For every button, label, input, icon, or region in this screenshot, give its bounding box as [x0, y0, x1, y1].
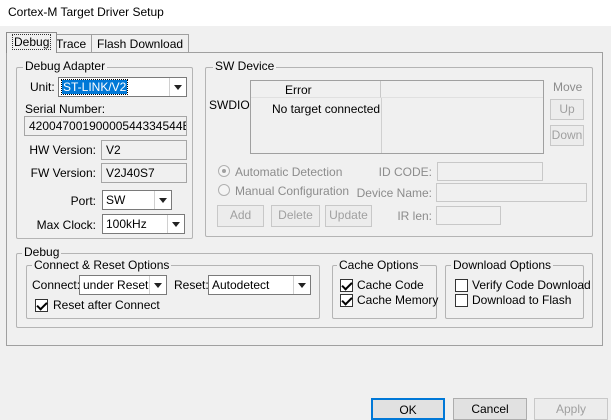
add-button[interactable]: Add [217, 205, 264, 227]
window-title: Cortex-M Target Driver Setup [8, 5, 164, 19]
reset-label: Reset: [174, 278, 209, 292]
cache-memory-checkbox[interactable] [340, 294, 353, 307]
sw-device-caption: SW Device [213, 59, 277, 73]
cache-code-label: Cache Code [357, 278, 424, 292]
fw-version-field: V2J40S7 [101, 163, 187, 183]
chevron-down-icon[interactable] [167, 215, 184, 233]
automatic-detection-radio[interactable] [218, 165, 230, 177]
verify-code-download-checkbox[interactable] [455, 279, 468, 292]
connect-label: Connect: [32, 278, 81, 292]
cancel-button[interactable]: Cancel [453, 398, 527, 420]
cache-memory-label: Cache Memory [357, 293, 439, 307]
max-clock-select[interactable]: 100kHz [102, 214, 185, 234]
download-options-caption: Download Options [451, 258, 554, 272]
unit-select[interactable]: ST-LINK/V2 [58, 77, 187, 97]
max-clock-value: 100kHz [106, 217, 147, 231]
connect-select[interactable]: under Reset [79, 275, 167, 295]
download-to-flash-checkbox[interactable] [455, 294, 468, 307]
download-to-flash-label: Download to Flash [472, 293, 572, 307]
id-code-label: ID CODE: [378, 165, 432, 179]
chevron-down-icon[interactable] [169, 78, 186, 96]
tab-flash-download[interactable]: Flash Download [91, 34, 190, 53]
manual-configuration-radio[interactable] [218, 184, 230, 196]
id-code-field[interactable] [437, 162, 543, 181]
reset-value: Autodetect [212, 278, 270, 292]
ir-len-label: IR len: [397, 209, 432, 223]
error-column-header[interactable]: Error [251, 81, 381, 98]
column-header-blank [381, 81, 543, 98]
unit-value: ST-LINK/V2 [60, 79, 129, 95]
connect-reset-caption: Connect & Reset Options [32, 258, 172, 272]
cache-options-caption: Cache Options [337, 258, 421, 272]
move-down-button[interactable]: Down [550, 125, 584, 146]
chevron-down-icon[interactable] [154, 191, 171, 209]
move-label: Move [553, 80, 583, 94]
tab-trace-label: Trace [56, 37, 87, 51]
connect-value: under Reset [83, 278, 149, 292]
reset-after-connect-label: Reset after Connect [53, 298, 160, 312]
sw-device-row[interactable]: No target connected [272, 102, 380, 116]
chevron-down-icon[interactable] [293, 276, 310, 294]
verify-code-download-label: Verify Code Download [472, 278, 591, 292]
tab-debug-label: Debug [12, 34, 52, 50]
manual-configuration-label: Manual Configuration [235, 184, 350, 198]
tab-flash-download-label: Flash Download [97, 37, 184, 51]
device-name-field[interactable] [436, 183, 587, 202]
serial-number-label: Serial Number: [25, 102, 106, 116]
chevron-down-icon[interactable] [149, 276, 166, 294]
swdio-label: SWDIO [209, 98, 250, 112]
apply-button[interactable]: Apply [534, 398, 608, 420]
sw-device-list[interactable]: Error No target connected [250, 80, 544, 154]
reset-after-connect-checkbox[interactable] [35, 299, 48, 312]
tab-debug[interactable]: Debug [6, 32, 58, 53]
unit-label: Unit: [30, 80, 55, 94]
port-select[interactable]: SW [102, 190, 172, 210]
debug-adapter-caption: Debug Adapter [23, 59, 108, 73]
update-button[interactable]: Update [325, 205, 372, 227]
cache-code-checkbox[interactable] [340, 279, 353, 292]
port-value: SW [106, 193, 126, 207]
delete-button[interactable]: Delete [271, 205, 320, 227]
port-label: Port: [70, 194, 96, 208]
ok-button[interactable]: OK [371, 398, 445, 420]
error-column-header-label: Error [285, 83, 312, 97]
download-options-group [445, 265, 584, 319]
serial-number-field: 42004700190000544334544E [24, 116, 187, 136]
automatic-detection-label: Automatic Detection [235, 165, 343, 179]
title-bar: Cortex-M Target Driver Setup [0, 0, 611, 26]
hw-version-label: HW Version: [29, 143, 96, 157]
max-clock-label: Max Clock: [36, 218, 96, 232]
ir-len-field[interactable] [436, 206, 501, 225]
hw-version-field: V2 [101, 140, 187, 160]
device-name-label: Device Name: [356, 186, 432, 200]
reset-select[interactable]: Autodetect [208, 275, 311, 295]
fw-version-label: FW Version: [30, 166, 96, 180]
column-divider [381, 98, 382, 153]
cache-options-group [332, 265, 437, 319]
move-up-button[interactable]: Up [550, 99, 584, 120]
